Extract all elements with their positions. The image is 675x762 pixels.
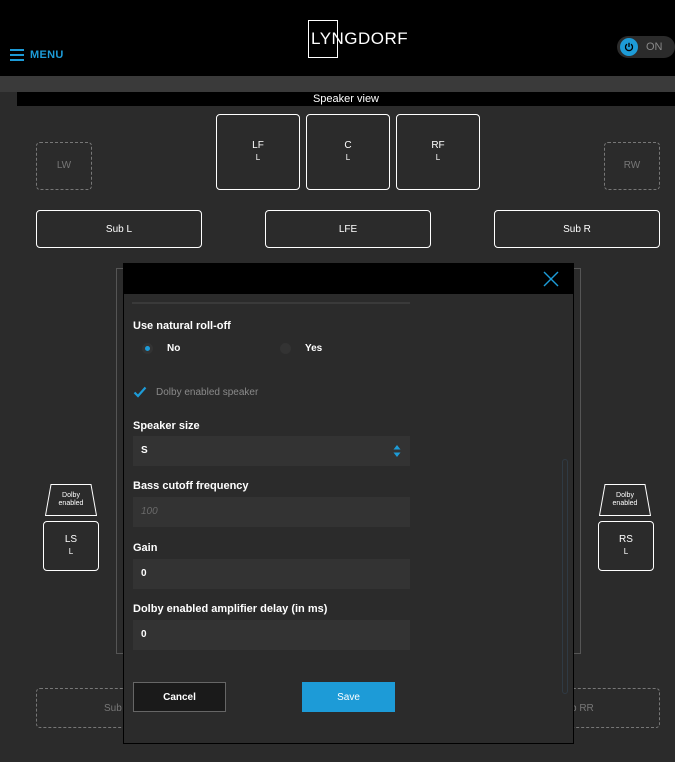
speaker-settings-dialog: Use natural roll-off No Yes Dolby enable… xyxy=(123,263,574,744)
radio-unselected-icon xyxy=(280,343,291,354)
speaker-sublabel: L xyxy=(435,153,441,162)
dolby-enabled-checkbox[interactable]: Dolby enabled speaker xyxy=(133,386,258,398)
speaker-label: C xyxy=(344,140,352,151)
dialog-header xyxy=(124,264,573,294)
speaker-label: Sub L xyxy=(105,223,133,235)
speaker-lf[interactable]: LF L xyxy=(216,114,300,190)
power-label: ON xyxy=(646,41,663,53)
speaker-rf[interactable]: RF L xyxy=(396,114,480,190)
dolby-enabled-badge-left[interactable]: Dolby enabled xyxy=(45,484,97,516)
speaker-c[interactable]: C L xyxy=(306,114,390,190)
speaker-view-title: Speaker view xyxy=(17,92,675,106)
speaker-label: Sub R xyxy=(563,223,591,235)
speaker-label: RF xyxy=(431,140,445,151)
speaker-ls[interactable]: LS L xyxy=(43,521,99,571)
speaker-lfe[interactable]: LFE xyxy=(265,210,431,248)
speaker-label: LF xyxy=(252,140,264,151)
menu-label: MENU xyxy=(30,49,64,61)
gain-input[interactable]: 0 xyxy=(133,559,410,589)
radio-label: Yes xyxy=(305,343,323,354)
speaker-sublabel: L xyxy=(345,153,351,162)
hamburger-icon xyxy=(10,49,24,61)
gain-label: Gain xyxy=(133,542,158,554)
gain-value: 0 xyxy=(141,568,147,579)
dialog-divider xyxy=(132,302,410,304)
roll-off-label: Use natural roll-off xyxy=(133,320,231,332)
select-arrows-icon xyxy=(393,445,401,457)
background-panel-right-edge xyxy=(574,268,581,654)
power-icon xyxy=(620,38,638,56)
speaker-label: LW xyxy=(56,160,72,171)
header-divider xyxy=(0,76,675,92)
speaker-label: Sub xyxy=(104,702,122,714)
radio-label: No xyxy=(167,343,181,354)
cancel-button[interactable]: Cancel xyxy=(133,682,226,712)
delay-value: 0 xyxy=(141,629,147,640)
speaker-label: RW xyxy=(623,160,641,171)
bass-cutoff-input[interactable]: 100 xyxy=(133,497,410,527)
checkmark-icon xyxy=(133,386,147,398)
dolby-badge-label: Dolby enabled xyxy=(612,492,638,507)
roll-off-yes-radio[interactable]: Yes xyxy=(280,343,322,354)
dolby-badge-label: Dolby enabled xyxy=(58,492,84,507)
bass-cutoff-placeholder: 100 xyxy=(141,506,158,517)
close-icon[interactable] xyxy=(540,268,562,290)
dialog-scrollbar[interactable] xyxy=(562,459,568,694)
dolby-checkbox-label: Dolby enabled speaker xyxy=(156,386,259,398)
delay-label: Dolby enabled amplifier delay (in ms) xyxy=(133,603,328,615)
speaker-sublabel: L xyxy=(68,547,74,556)
menu-button[interactable]: MENU xyxy=(10,46,64,64)
lyngdorf-logo: LYNGDORF xyxy=(308,20,421,58)
speaker-label: LFE xyxy=(338,223,358,235)
speaker-label: LS xyxy=(64,534,78,545)
save-button[interactable]: Save xyxy=(302,682,395,712)
radio-selected-icon xyxy=(142,343,153,354)
speaker-sublabel: L xyxy=(623,547,629,556)
speaker-size-label: Speaker size xyxy=(133,420,200,432)
speaker-rs[interactable]: RS L xyxy=(598,521,654,571)
speaker-sub-l[interactable]: Sub L xyxy=(36,210,202,248)
power-toggle[interactable]: ON xyxy=(617,36,675,58)
bass-cutoff-label: Bass cutoff frequency xyxy=(133,480,249,492)
speaker-size-select[interactable]: S xyxy=(133,436,410,466)
speaker-sublabel: L xyxy=(255,153,261,162)
speaker-rw[interactable]: RW xyxy=(604,142,660,190)
logo-text: LYNGDORF xyxy=(311,29,409,48)
speaker-lw[interactable]: LW xyxy=(36,142,92,190)
speaker-label: b RR xyxy=(571,702,594,714)
speaker-label: RS xyxy=(619,534,633,545)
speaker-sub-r[interactable]: Sub R xyxy=(494,210,660,248)
dolby-enabled-badge-right[interactable]: Dolby enabled xyxy=(599,484,651,516)
speaker-size-value: S xyxy=(141,445,148,456)
delay-input[interactable]: 0 xyxy=(133,620,410,650)
roll-off-no-radio[interactable]: No xyxy=(142,343,180,354)
